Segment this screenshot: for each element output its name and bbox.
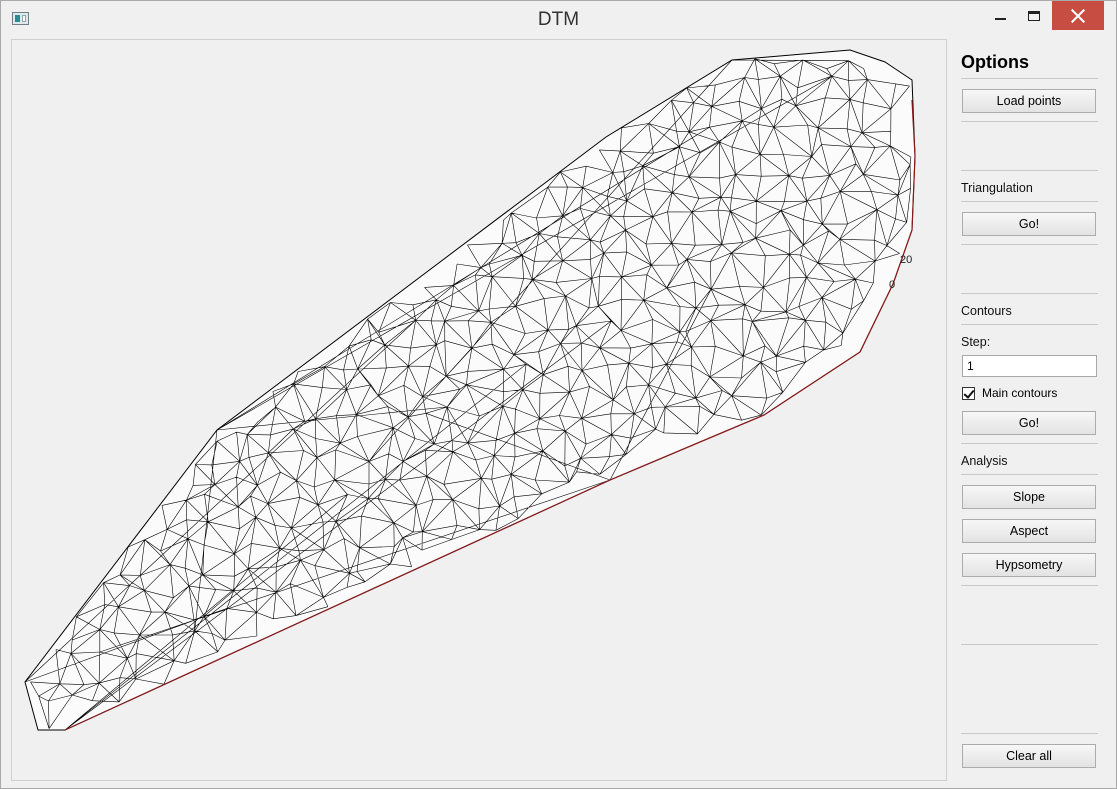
main-contours-label: Main contours xyxy=(982,386,1058,400)
title-bar[interactable]: DTM xyxy=(1,1,1116,38)
divider xyxy=(961,293,1098,294)
scale-label-20: 20 xyxy=(900,254,912,266)
divider xyxy=(961,324,1098,325)
maximize-button[interactable] xyxy=(1019,1,1049,30)
divider xyxy=(961,244,1098,245)
step-label: Step: xyxy=(961,335,991,349)
dtm-window: DTM 20 0 Options Load points Triangulati… xyxy=(0,0,1117,789)
contours-label: Contours xyxy=(961,304,1012,318)
contours-go-button[interactable]: Go! xyxy=(962,411,1096,435)
main-contours-checkbox-row[interactable]: Main contours xyxy=(962,386,1057,400)
scale-label-0: 0 xyxy=(889,279,895,291)
divider xyxy=(961,443,1098,444)
options-heading: Options xyxy=(961,52,1029,72)
divider xyxy=(961,201,1098,202)
divider xyxy=(961,733,1098,734)
tin-canvas[interactable]: 20 0 xyxy=(11,39,947,781)
close-icon xyxy=(1071,9,1085,23)
divider xyxy=(961,170,1098,171)
clear-all-button[interactable]: Clear all xyxy=(962,744,1096,768)
load-points-button[interactable]: Load points xyxy=(962,89,1096,113)
minimize-button[interactable] xyxy=(986,1,1014,30)
window-title: DTM xyxy=(537,9,580,30)
mesh-fill xyxy=(24,49,916,731)
hypsometry-button[interactable]: Hypsometry xyxy=(962,553,1096,577)
divider xyxy=(961,121,1098,122)
maximize-icon xyxy=(1028,10,1040,21)
slope-button[interactable]: Slope xyxy=(962,485,1096,509)
triangulation-label: Triangulation xyxy=(961,181,1033,195)
triangulation-go-button[interactable]: Go! xyxy=(962,212,1096,236)
close-button[interactable] xyxy=(1052,1,1104,30)
divider xyxy=(961,644,1098,645)
divider xyxy=(961,474,1098,475)
analysis-label: Analysis xyxy=(961,454,1008,468)
divider xyxy=(961,585,1098,586)
main-contours-checkbox[interactable] xyxy=(962,386,975,400)
triangulation-mesh: 20 0 xyxy=(24,49,916,731)
options-panel: Options Load points Triangulation Go! Co… xyxy=(961,39,1099,781)
divider xyxy=(961,78,1098,79)
aspect-button[interactable]: Aspect xyxy=(962,519,1096,543)
minimize-icon xyxy=(994,17,1006,20)
step-input[interactable] xyxy=(962,355,1097,377)
